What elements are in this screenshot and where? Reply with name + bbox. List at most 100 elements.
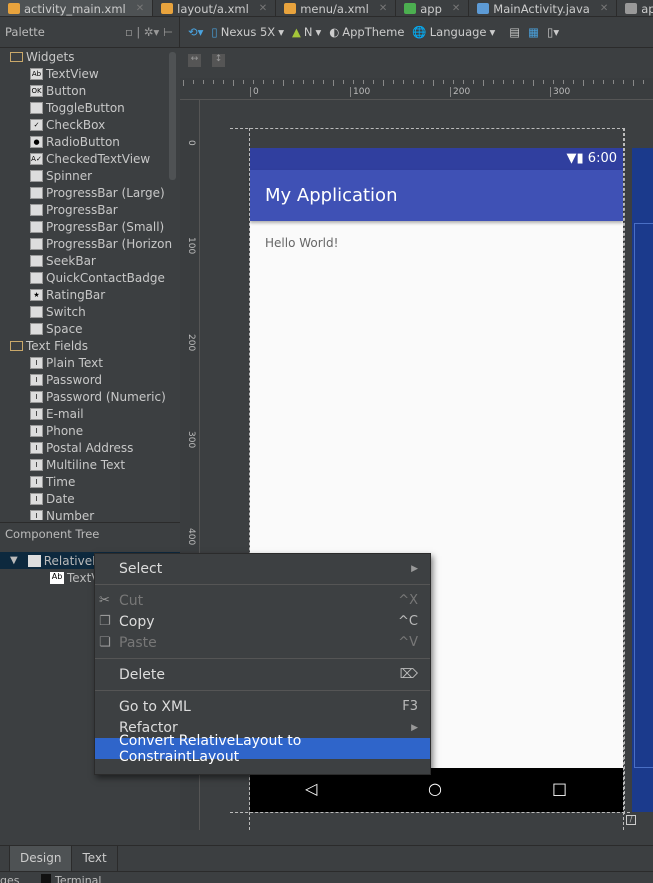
palette-item[interactable]: Spinner <box>0 167 180 184</box>
close-icon[interactable]: ✕ <box>136 3 144 14</box>
close-icon[interactable]: ✕ <box>259 3 267 14</box>
palette-item[interactable]: Ab TextView <box>0 65 180 82</box>
palette-item[interactable]: I Multiline Text <box>0 456 180 473</box>
component-tree-title: Component Tree <box>5 527 100 541</box>
recents-icon: □ <box>552 779 568 798</box>
label: TextView <box>46 66 99 81</box>
ruler-tick <box>383 80 384 86</box>
menu-item[interactable]: Convert RelativeLayout to ConstraintLayo… <box>95 733 430 765</box>
menu-item[interactable]: ✂ Cut ^X <box>95 590 430 611</box>
palette-item[interactable]: I Number <box>0 507 180 520</box>
tab-text[interactable]: Text <box>72 846 118 871</box>
close-icon[interactable]: ✕ <box>600 3 608 14</box>
widget-icon <box>30 169 43 182</box>
ruler-label: 100 <box>186 237 196 255</box>
tool-window-messages[interactable]: ges <box>0 874 19 883</box>
palette-item[interactable]: I Password (Numeric) <box>0 388 180 405</box>
design-view-icon[interactable]: ▤ <box>509 25 520 39</box>
blueprint-preview[interactable] <box>632 148 653 812</box>
palette-scrollbar[interactable] <box>169 52 176 180</box>
label: ProgressBar (Large) <box>46 185 165 200</box>
tab-0[interactable]: activity_main.xml ✕ <box>0 0 154 16</box>
menu-icon: ❐ <box>99 614 111 629</box>
palette-item[interactable]: ✓ CheckBox <box>0 116 180 133</box>
tab-4[interactable]: MainActivity.java ✕ <box>469 0 618 16</box>
palette-item[interactable]: OK Button <box>0 82 180 99</box>
ruler-tick <box>543 80 544 84</box>
palette-item[interactable]: I Date <box>0 490 180 507</box>
palette-item[interactable]: I E-mail <box>0 405 180 422</box>
submenu-arrow-icon: ▶ <box>411 563 418 574</box>
close-icon[interactable]: ✕ <box>452 3 460 14</box>
palette-item[interactable]: A✓ CheckedTextView <box>0 150 180 167</box>
guide-line <box>230 812 630 813</box>
label: ^C <box>398 614 418 629</box>
orientation-icon[interactable]: ⟲▾ <box>188 25 203 39</box>
palette-item[interactable]: ToggleButton <box>0 99 180 116</box>
device-select[interactable]: ▯ Nexus 5X ▾ <box>211 25 284 39</box>
ruler-tick <box>563 80 564 84</box>
palette-item[interactable]: I Password <box>0 371 180 388</box>
guide-line <box>623 128 624 830</box>
palette-header: Palette ▫ | ✲▾ ⊢ <box>0 16 180 48</box>
tab-5[interactable]: app-de✕ <box>617 0 653 16</box>
blueprint-view-icon[interactable]: ▦ <box>528 25 539 39</box>
widget-icon <box>30 305 43 318</box>
palette-item[interactable]: I Postal Address <box>0 439 180 456</box>
editor-tabs: activity_main.xml ✕ layout/a.xml ✕ menu/a.xm… <box>0 0 653 17</box>
ruler-tick <box>373 80 374 84</box>
palette-item[interactable]: ProgressBar (Small) <box>0 218 180 235</box>
settings-icon[interactable]: ▫ | ✲▾ ⊢ <box>125 25 173 39</box>
ruler-tick <box>263 80 264 84</box>
palette-item[interactable]: I Phone <box>0 422 180 439</box>
palette-item[interactable]: ProgressBar <box>0 201 180 218</box>
menu-icon: ✂ <box>99 593 110 608</box>
palette-item[interactable]: Space <box>0 320 180 337</box>
label: ToggleButton <box>46 100 125 115</box>
palette-item[interactable]: Switch <box>0 303 180 320</box>
label: CheckedTextView <box>46 151 151 166</box>
label: N <box>303 25 313 39</box>
palette-item[interactable]: ● RadioButton <box>0 133 180 150</box>
device-frame-icon[interactable]: ▯▾ <box>547 25 559 39</box>
widget-icon: I <box>30 356 43 369</box>
tool-window-terminal[interactable]: Terminal <box>55 874 102 883</box>
label: layout/a.xml <box>177 1 249 16</box>
hello-textview[interactable]: Hello World! <box>265 236 338 250</box>
ruler-tick <box>643 80 644 84</box>
fit-width-icon[interactable]: ↔ <box>188 54 201 67</box>
widget-icon <box>30 322 43 335</box>
label: Nexus 5X <box>220 25 276 39</box>
language-select[interactable]: 🌐 Language ▾ <box>412 25 495 39</box>
theme-select[interactable]: ◐ AppTheme <box>329 25 404 39</box>
tab-1[interactable]: layout/a.xml ✕ <box>153 0 277 16</box>
menu-item[interactable]: Go to XML F3 <box>95 696 430 717</box>
ruler-tick <box>623 80 624 84</box>
tab-design[interactable]: Design <box>10 846 73 871</box>
palette-category[interactable]: Widgets <box>0 48 180 65</box>
label: Number <box>46 508 95 521</box>
resize-handle-icon[interactable]: / <box>626 815 636 825</box>
palette-category[interactable]: Text Fields <box>0 337 180 354</box>
xml-icon <box>284 3 297 14</box>
palette-item[interactable]: ★ RatingBar <box>0 286 180 303</box>
tab-3[interactable]: app ✕ <box>396 0 470 16</box>
menu-item[interactable]: Delete ⌦ <box>95 664 430 685</box>
menu-item[interactable]: Select ▶ <box>95 558 430 579</box>
palette-item[interactable]: ProgressBar (Horizon <box>0 235 180 252</box>
tab-2[interactable]: menu/a.xml ✕ <box>276 0 397 16</box>
relativelayout-icon <box>27 554 41 567</box>
fit-height-icon[interactable]: ↕ <box>212 54 225 67</box>
palette-item[interactable]: QuickContactBadge <box>0 269 180 286</box>
ruler-tick <box>473 80 474 84</box>
ruler-tick <box>183 80 184 86</box>
palette-item[interactable]: ProgressBar (Large) <box>0 184 180 201</box>
menu-item[interactable]: ❏ Paste ^V <box>95 632 430 653</box>
palette-item[interactable]: SeekBar <box>0 252 180 269</box>
palette-item[interactable]: I Plain Text <box>0 354 180 371</box>
api-select[interactable]: ▲ N ▾ <box>292 25 321 39</box>
menu-item[interactable]: ❐ Copy ^C <box>95 611 430 632</box>
ruler-tick <box>293 80 294 84</box>
palette-item[interactable]: I Time <box>0 473 180 490</box>
close-icon[interactable]: ✕ <box>379 3 387 14</box>
